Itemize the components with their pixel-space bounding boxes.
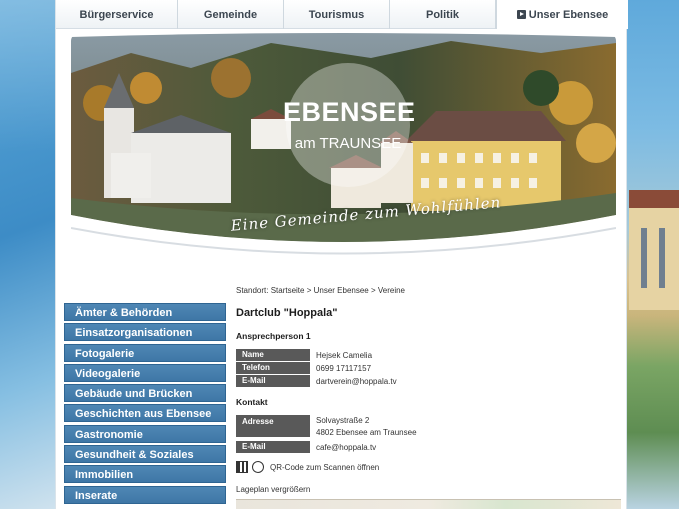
arrow-right-icon xyxy=(516,10,526,19)
top-navigation: Bürgerservice Gemeinde Tourismus Politik… xyxy=(56,0,628,29)
tab-label: Unser Ebensee xyxy=(528,8,609,21)
address-line1: Solvaystraße 2 xyxy=(316,416,370,425)
tab-unser-ebensee[interactable]: Unser Ebensee xyxy=(496,0,628,29)
email-label: E-Mail xyxy=(236,441,310,453)
location-map[interactable] xyxy=(236,499,621,509)
table-row: E-Mail dartverein@hoppala.tv xyxy=(236,375,621,387)
background-left xyxy=(0,0,55,509)
phone-value[interactable]: 0699 17117157 xyxy=(310,364,371,373)
sidebar-item-label: Geschichten aus Ebensee xyxy=(75,408,212,421)
qr-code-icon xyxy=(236,461,248,473)
banner-subtitle: am TRAUNSEE xyxy=(294,135,402,152)
background-building xyxy=(629,190,679,310)
sidebar-item-label: Gebäude und Brücken xyxy=(75,388,193,401)
email-link[interactable]: dartverein@hoppala.tv xyxy=(310,377,397,386)
sidebar-item-label: Fotogalerie xyxy=(75,347,135,360)
name-value: Hejsek Camelia xyxy=(316,350,373,360)
table-row: Adresse Solvaystraße 2 4802 Ebensee am T… xyxy=(236,415,621,439)
sidebar-navigation: Ämter & Behörden Einsatzorganisationen F… xyxy=(64,303,226,506)
sidebar-item-gebaeude-bruecken[interactable]: Gebäude und Brücken xyxy=(64,384,226,403)
background-right xyxy=(627,0,679,509)
sidebar-item-gesundheit-soziales[interactable]: Gesundheit & Soziales xyxy=(64,445,226,464)
sidebar-item-videogalerie[interactable]: Videogalerie xyxy=(64,363,226,382)
sidebar-item-label: Videogalerie xyxy=(75,367,141,380)
page-container: Bürgerservice Gemeinde Tourismus Politik… xyxy=(55,0,628,509)
banner-image xyxy=(71,33,616,273)
tab-politik[interactable]: Politik xyxy=(390,0,496,29)
main-content: Standort: Startseite > Unser Ebensee > V… xyxy=(236,286,621,509)
breadcrumb: Standort: Startseite > Unser Ebensee > V… xyxy=(236,286,405,295)
table-row: Name Hejsek Camelia xyxy=(236,349,621,361)
address-line2: 4802 Ebensee am Traunsee xyxy=(316,428,417,437)
banner-title: EBENSEE xyxy=(283,97,416,127)
contact-person-heading: Ansprechperson 1 xyxy=(236,331,311,341)
sidebar-item-geschichten[interactable]: Geschichten aus Ebensee xyxy=(64,404,226,423)
contact-heading: Kontakt xyxy=(236,397,268,407)
tab-label: Gemeinde xyxy=(203,8,258,21)
tab-tourismus[interactable]: Tourismus xyxy=(284,0,390,29)
tab-label: Tourismus xyxy=(308,8,365,21)
sidebar-item-einsatzorganisationen[interactable]: Einsatzorganisationen xyxy=(64,323,226,342)
table-row: E-Mail cafe@hoppala.tv xyxy=(236,441,621,453)
sidebar-item-label: Ämter & Behörden xyxy=(75,307,173,319)
name-label: Name xyxy=(236,349,310,361)
table-row: Telefon 0699 17117157 xyxy=(236,362,621,374)
email-label: E-Mail xyxy=(236,375,310,387)
sidebar-item-label: Gesundheit & Soziales xyxy=(75,449,194,462)
qr-code-link[interactable]: QR-Code zum Scannen öffnen xyxy=(236,461,621,473)
phone-label: Telefon xyxy=(236,362,310,374)
email-link[interactable]: cafe@hoppala.tv xyxy=(310,443,376,452)
sidebar-item-label: Gastronomie xyxy=(75,428,143,441)
contact-table: Adresse Solvaystraße 2 4802 Ebensee am T… xyxy=(236,415,621,453)
sidebar-item-inserate[interactable]: Inserate xyxy=(64,485,226,504)
sidebar-item-label: Inserate xyxy=(75,489,118,502)
sidebar-item-aemter-behoerden[interactable]: Ämter & Behörden xyxy=(64,303,226,321)
qr-code-label: QR-Code zum Scannen öffnen xyxy=(270,462,380,472)
tab-label: Politik xyxy=(425,8,459,21)
address-label: Adresse xyxy=(236,415,310,437)
tab-gemeinde[interactable]: Gemeinde xyxy=(178,0,284,29)
sidebar-item-gastronomie[interactable]: Gastronomie xyxy=(64,424,226,443)
sidebar-item-label: Einsatzorganisationen xyxy=(75,327,193,340)
header-banner[interactable]: EBENSEE am TRAUNSEE Eine Gemeinde zum Wo… xyxy=(71,33,616,273)
sidebar-item-fotogalerie[interactable]: Fotogalerie xyxy=(64,343,226,362)
contact-person-table: Name Hejsek Camelia Telefon 0699 1711715… xyxy=(236,349,621,387)
tab-label: Bürgerservice xyxy=(79,8,154,21)
sidebar-item-immobilien[interactable]: Immobilien xyxy=(64,465,226,484)
sidebar-item-label: Immobilien xyxy=(75,469,134,482)
address-value: Solvaystraße 2 4802 Ebensee am Traunsee xyxy=(310,415,417,439)
page-title: Dartclub "Hoppala" xyxy=(236,307,338,319)
scan-icon xyxy=(252,461,264,473)
tab-buergerservice[interactable]: Bürgerservice xyxy=(56,0,178,29)
map-enlarge-link[interactable]: Lageplan vergrößern xyxy=(236,485,621,494)
